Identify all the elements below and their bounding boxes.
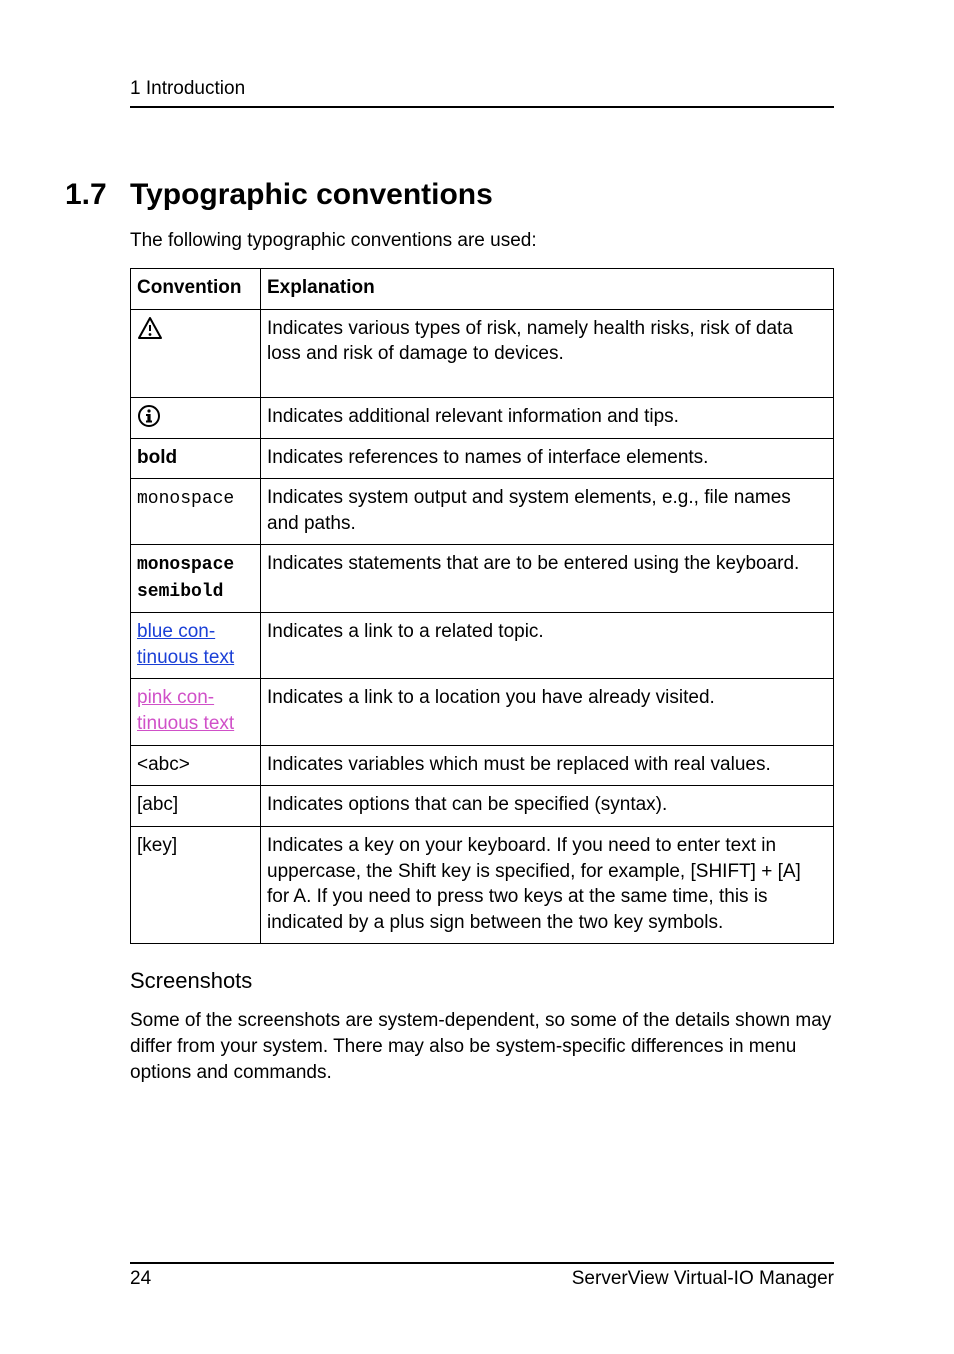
header-rule [130,106,834,108]
table-row: <abc> Indicates variables which must be … [131,745,834,786]
conv-bold: bold [131,438,261,479]
table-row: monospace semibold Indicates statements … [131,545,834,613]
conv-square: [abc] [131,786,261,827]
table-row: pink con- tinuous text Indicates a link … [131,679,834,745]
monospace-semibold-sample-l2: semibold [137,582,223,602]
expl-monospace-semibold: Indicates statements that are to be ente… [261,545,834,613]
section-title: Typographic conventions [130,178,493,212]
table-row: [key] Indicates a key on your keyboard. … [131,826,834,944]
pink-link-sample-l2[interactable]: tinuous text [137,713,234,734]
page: 1 Introduction 1.7 Typographic conventio… [0,0,954,1354]
expl-pink-link: Indicates a link to a location you have … [261,679,834,745]
conv-blue-link: blue con- tinuous text [131,613,261,679]
header-convention: Convention [131,269,261,310]
expl-blue-link: Indicates a link to a related topic. [261,613,834,679]
table-row: blue con- tinuous text Indicates a link … [131,613,834,679]
table-row: [abc] Indicates options that can be spec… [131,786,834,827]
bold-sample: bold [137,447,177,468]
warning-icon [137,316,163,340]
conv-key: [key] [131,826,261,944]
header-explanation: Explanation [261,269,834,310]
conv-info-icon-cell [131,397,261,438]
table-row: Indicates additional relevant informatio… [131,397,834,438]
conv-monospace: monospace [131,479,261,545]
section-heading: 1.7 Typographic conventions [130,178,834,212]
conv-monospace-semibold: monospace semibold [131,545,261,613]
monospace-semibold-sample-l1: monospace [137,555,234,575]
expl-angle: Indicates variables which must be replac… [261,745,834,786]
expl-warning: Indicates various types of risk, namely … [261,309,834,397]
conventions-table: Convention Explanation Indicates various… [130,268,834,944]
table-row: bold Indicates references to names of in… [131,438,834,479]
monospace-sample: monospace [137,489,234,509]
page-footer: 24 ServerView Virtual-IO Manager [130,1262,834,1290]
expl-monospace: Indicates system output and system eleme… [261,479,834,545]
blue-link-sample-l1[interactable]: blue con- [137,621,215,642]
expl-square: Indicates options that can be specified … [261,786,834,827]
intro-text: The following typographic conventions ar… [130,230,834,252]
expl-key: Indicates a key on your keyboard. If you… [261,826,834,944]
info-icon [137,404,161,428]
running-header: 1 Introduction [130,78,834,100]
pink-link-sample-l1[interactable]: pink con- [137,687,214,708]
conv-pink-link: pink con- tinuous text [131,679,261,745]
page-number: 24 [130,1268,151,1290]
table-row: Indicates various types of risk, namely … [131,309,834,397]
expl-bold: Indicates references to names of interfa… [261,438,834,479]
table-header-row: Convention Explanation [131,269,834,310]
footer-rule [130,1262,834,1264]
conv-warning-icon-cell [131,309,261,397]
blue-link-sample-l2[interactable]: tinuous text [137,647,234,668]
table-row: monospace Indicates system output and sy… [131,479,834,545]
screenshots-paragraph: Some of the screenshots are system-depen… [130,1008,834,1085]
expl-info: Indicates additional relevant informatio… [261,397,834,438]
product-name: ServerView Virtual-IO Manager [572,1268,834,1290]
section-number: 1.7 [65,178,130,212]
screenshots-heading: Screenshots [130,968,834,994]
conv-angle: <abc> [131,745,261,786]
